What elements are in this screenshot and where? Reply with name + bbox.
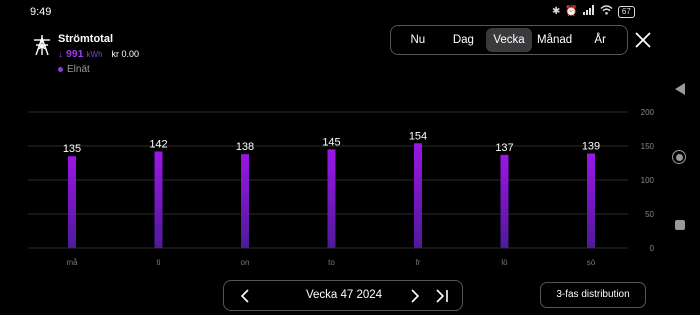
x-tick-label: to <box>328 258 335 267</box>
y-tick-label: 150 <box>641 142 655 151</box>
week-label: Vecka 47 2024 <box>305 289 383 301</box>
value-label: 137 <box>495 142 513 154</box>
bar-lö[interactable] <box>500 154 509 248</box>
cost-value: kr 0.00 <box>111 49 140 59</box>
week-navigator: Vecka 47 2024 <box>223 280 463 311</box>
tab-manad[interactable]: Månad <box>532 28 578 52</box>
bars <box>68 143 595 248</box>
close-icon[interactable] <box>632 29 654 51</box>
x-tick-label: on <box>241 258 250 267</box>
bar-sö[interactable] <box>587 153 595 248</box>
page-title: Strömtotal <box>58 33 113 45</box>
battery-icon: 67 <box>617 6 635 18</box>
alarm-icon: ⏰ <box>565 6 578 17</box>
value-label: 139 <box>582 140 600 152</box>
x-tick-label: fr <box>416 258 421 267</box>
bar-ti[interactable] <box>154 151 163 248</box>
x-tick-label: må <box>66 258 78 267</box>
bar-må[interactable] <box>68 156 76 248</box>
y-tick-label: 0 <box>650 244 655 253</box>
bar-fr[interactable] <box>414 143 422 248</box>
wifi-icon <box>600 4 613 20</box>
value-label: 154 <box>409 130 427 142</box>
tab-ar[interactable]: År <box>577 28 623 52</box>
usage-summary: ↓ 991 kWh kr 0.00 <box>58 48 139 60</box>
chevron-right-icon[interactable] <box>408 288 422 304</box>
tab-nu[interactable]: Nu <box>395 28 441 52</box>
usage-value: 991 <box>66 48 84 60</box>
down-arrow-icon: ↓ <box>58 49 63 60</box>
x-tick-label: lö <box>501 258 508 267</box>
legend-label: Elnät <box>67 64 90 75</box>
bar-to[interactable] <box>327 149 336 248</box>
signal-icon <box>582 4 595 20</box>
bar-on[interactable] <box>241 154 249 248</box>
y-tick-label: 50 <box>645 210 654 219</box>
weekly-usage-chart: 0 50 100 150 200 135 142 138 145 154 137 139 må ti o… <box>28 108 655 267</box>
back-icon[interactable] <box>674 82 686 96</box>
tab-dag[interactable]: Dag <box>441 28 487 52</box>
period-tabs: Nu Dag Vecka Månad År <box>390 25 628 55</box>
skip-to-last-icon[interactable] <box>434 288 450 304</box>
y-tick-label: 100 <box>641 176 655 185</box>
bluetooth-icon: ✱ <box>552 6 561 17</box>
power-pylon-icon <box>34 35 50 56</box>
value-label: 135 <box>63 143 81 155</box>
value-label: 142 <box>149 138 167 150</box>
legend: Elnät <box>58 64 90 75</box>
status-time: 9:49 <box>30 6 52 18</box>
status-icons: ✱ ⏰ 67 <box>552 4 635 20</box>
home-icon-inner <box>675 153 683 161</box>
x-axis: må ti on to fr lö sö <box>66 258 595 267</box>
home-icon[interactable] <box>672 150 686 164</box>
tab-vecka[interactable]: Vecka <box>486 28 532 52</box>
value-label: 138 <box>236 141 254 153</box>
usage-unit: kWh <box>86 50 103 59</box>
value-label: 145 <box>322 136 340 148</box>
y-tick-label: 200 <box>641 108 655 117</box>
legend-dot <box>58 67 63 72</box>
x-tick-label: sö <box>587 258 596 267</box>
x-tick-label: ti <box>157 258 161 267</box>
recents-icon[interactable] <box>675 220 685 230</box>
three-phase-distribution-button[interactable]: 3-fas distribution <box>540 282 646 308</box>
y-axis: 0 50 100 150 200 <box>641 108 655 253</box>
